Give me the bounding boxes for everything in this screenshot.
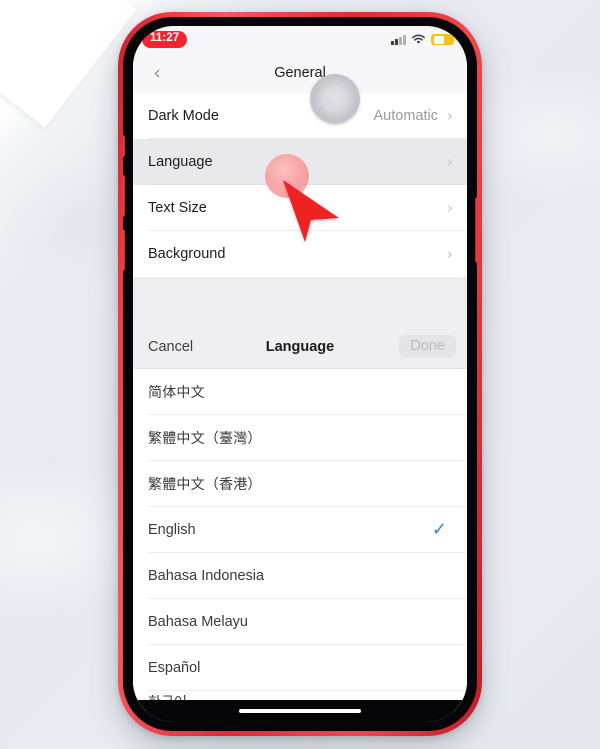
language-list: 简体中文 繁體中文（臺灣） 繁體中文（香港） English ✓ Bahasa … [133,369,467,711]
assistive-touch-icon[interactable] [310,74,360,124]
navigation-bar: ‹ General [133,53,467,93]
cellular-signal-icon [391,34,406,45]
chevron-right-icon: › [447,106,453,125]
list-item-selected[interactable]: English ✓ [133,507,467,553]
language-label: 繁體中文（臺灣） [148,430,262,446]
home-indicator-bar[interactable] [239,708,361,714]
row-label: Background [148,246,226,262]
list-item[interactable]: Bahasa Melayu [133,599,467,645]
language-label: Español [148,660,201,676]
mute-switch[interactable] [123,135,125,157]
chevron-right-icon: › [447,244,453,263]
language-sheet-header: Cancel Language Done [133,325,467,369]
background-corner-sheet [0,0,138,128]
done-button[interactable]: Done [399,334,456,359]
cancel-button[interactable]: Cancel [148,339,193,355]
settings-row-text-size[interactable]: Text Size › [133,185,467,231]
volume-down-button[interactable] [123,229,125,271]
settings-list: Dark Mode Automatic › Language › Text Si… [133,93,467,277]
phone-device: 11:27 ‹ General Dark Mode Automatic › La… [118,12,482,736]
row-label: Language [148,154,213,170]
language-label: Bahasa Melayu [148,614,248,630]
settings-row-dark-mode[interactable]: Dark Mode Automatic › [133,93,467,139]
language-label: Bahasa Indonesia [148,568,265,584]
volume-up-button[interactable] [123,175,125,217]
battery-low-power-icon [431,33,457,46]
list-item[interactable]: 繁體中文（香港） [133,461,467,507]
home-indicator-area [133,700,467,722]
status-bar: 11:27 [133,26,467,53]
phone-screen: 11:27 ‹ General Dark Mode Automatic › La… [133,26,467,722]
row-label: Text Size [148,200,207,216]
checkmark-icon: ✓ [431,519,447,540]
list-item[interactable]: 繁體中文（臺灣） [133,415,467,461]
wifi-icon [412,34,425,44]
status-bar-icons [391,33,457,46]
section-gap [133,277,467,325]
list-item[interactable]: Bahasa Indonesia [133,553,467,599]
power-button[interactable] [475,197,477,263]
chevron-right-icon: › [447,198,453,217]
list-item[interactable]: Español [133,645,467,691]
language-label: 简体中文 [148,384,205,400]
screen-recording-time-pill: 11:27 [142,31,188,48]
language-label: English [148,522,196,538]
row-value: Automatic [373,108,438,124]
phone-bezel: 11:27 ‹ General Dark Mode Automatic › La… [123,17,477,731]
chevron-right-icon: › [447,152,453,171]
settings-row-language[interactable]: Language › [133,139,467,185]
settings-row-background[interactable]: Background › [133,231,467,277]
list-item[interactable]: 简体中文 [133,369,467,415]
language-label: 繁體中文（香港） [148,476,262,492]
chevron-left-icon[interactable]: ‹ [147,63,167,83]
page-title: General [274,65,326,81]
